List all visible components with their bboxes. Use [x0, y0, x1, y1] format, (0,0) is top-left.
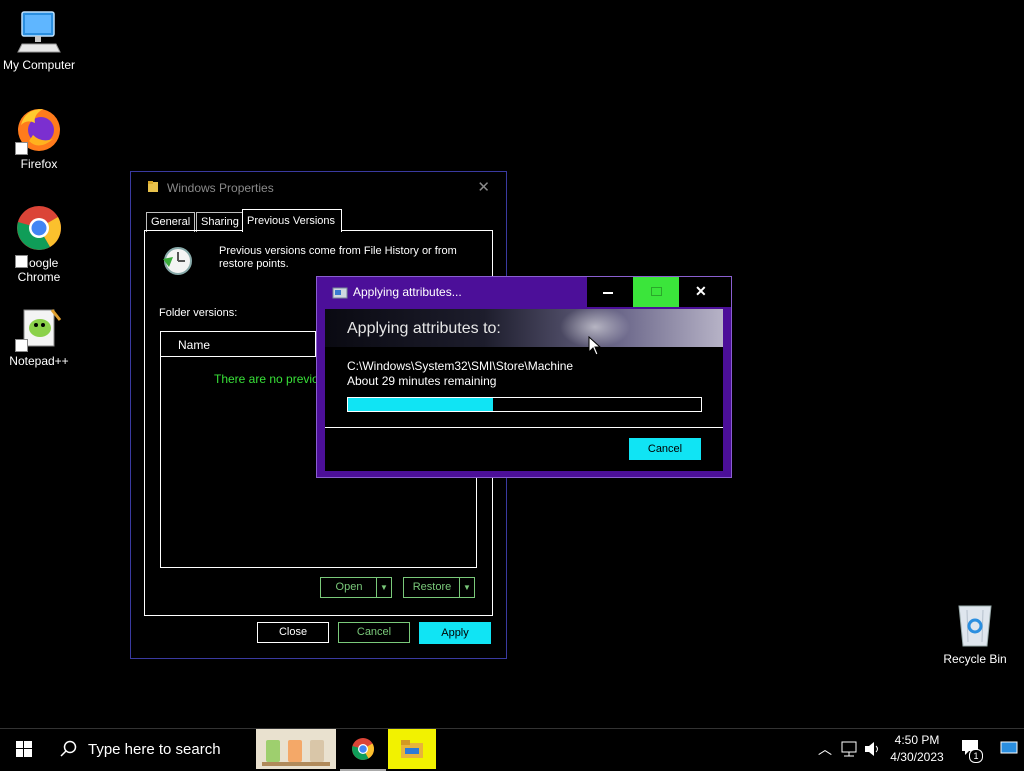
versions-empty-text: There are no previo — [214, 372, 319, 386]
apply-cancel-button[interactable]: Cancel — [629, 438, 701, 460]
taskbar-app-drinks[interactable] — [256, 729, 336, 769]
column-header-label: Name — [178, 338, 211, 352]
chrome-icon — [352, 738, 374, 760]
previous-versions-info: Previous versions come from File History… — [219, 245, 457, 270]
apply-title: Applying attributes... — [353, 285, 462, 299]
shortcut-arrow-icon — [15, 142, 28, 155]
tab-general[interactable]: General — [146, 212, 195, 232]
open-button-label: Open — [335, 581, 363, 593]
maximize-button[interactable] — [633, 277, 679, 307]
apply-heading: Applying attributes to: — [347, 320, 501, 337]
desktop-icon-my-computer[interactable]: My Computer — [1, 10, 77, 72]
volume-icon[interactable] — [864, 741, 882, 757]
clock-date: 4/30/2023 — [890, 750, 944, 764]
notification-count-badge: 1 — [969, 749, 983, 763]
computer-icon — [17, 11, 61, 53]
apply-button[interactable]: Apply — [419, 622, 491, 644]
taskbar: Type here to search ︿ 4:50 PM 4/30/2023 … — [0, 728, 1024, 771]
search-icon — [60, 740, 77, 757]
search-placeholder: Type here to search — [88, 741, 221, 758]
apply-attributes-dialog: Applying attributes... ✕ Applying attrib… — [316, 276, 732, 478]
properties-title: Windows Properties — [167, 181, 274, 195]
restore-clock-icon — [163, 247, 192, 275]
apply-progress-fill — [348, 398, 493, 411]
apply-path: C:\Windows\System32\SMI\Store\Machine — [347, 359, 574, 373]
cancel-button[interactable]: Cancel — [338, 622, 410, 643]
desktop-icon-notepadpp[interactable]: Notepad++ — [1, 306, 77, 368]
recycle-bin-icon — [958, 605, 992, 647]
folder-versions-label: Folder versions: — [159, 307, 238, 319]
close-icon[interactable]: ✕ — [477, 178, 490, 196]
taskbar-search-box[interactable]: Type here to search — [48, 729, 256, 769]
taskbar-app-file-explorer[interactable] — [388, 729, 436, 769]
action-center-button[interactable]: 1 — [955, 729, 989, 769]
desktop-icon-google-chrome[interactable]: Google Chrome — [1, 204, 77, 284]
taskbar-app-chrome[interactable] — [340, 729, 386, 771]
desktop-icon-label: Google Chrome — [17, 256, 61, 284]
close-button[interactable]: Close — [257, 622, 329, 643]
start-button[interactable] — [0, 729, 48, 769]
drinks-app-icon — [262, 740, 330, 766]
shortcut-arrow-icon — [15, 339, 28, 352]
apply-titlebar[interactable]: Applying attributes... ✕ — [317, 277, 731, 309]
minimize-icon[interactable] — [603, 292, 613, 294]
attributes-icon — [332, 287, 348, 299]
chrome-icon — [17, 206, 61, 250]
show-hidden-icons-chevron-icon[interactable]: ︿ — [818, 739, 832, 759]
apply-banner: Applying attributes to: — [325, 309, 723, 347]
close-icon[interactable]: ✕ — [695, 283, 707, 300]
network-icon[interactable] — [841, 741, 859, 757]
mouse-cursor-icon — [588, 336, 602, 356]
apply-progress-bar — [347, 397, 702, 412]
file-explorer-icon — [401, 740, 423, 758]
open-dropdown-arrow-icon[interactable]: ▼ — [376, 578, 391, 597]
apply-divider — [325, 427, 723, 428]
restore-dropdown-arrow-icon[interactable]: ▼ — [459, 578, 474, 597]
properties-titlebar[interactable]: Windows Properties ✕ — [131, 172, 506, 202]
desktop-icon-label: Notepad++ — [9, 354, 69, 368]
desktop-icon-label: My Computer — [2, 58, 76, 72]
shortcut-arrow-icon — [15, 255, 28, 268]
apply-time-remaining: About 29 minutes remaining — [347, 374, 497, 388]
desktop-icon-label: Firefox — [20, 157, 58, 171]
desktop-icon-firefox[interactable]: Firefox — [1, 105, 77, 171]
taskbar-clock[interactable]: 4:50 PM 4/30/2023 — [886, 729, 948, 769]
open-button[interactable]: Open ▼ — [320, 577, 392, 598]
titlebar-controls: ✕ — [587, 277, 731, 307]
windows-logo-icon — [16, 741, 32, 757]
folder-icon — [148, 181, 158, 192]
clock-time: 4:50 PM — [894, 733, 940, 747]
desktop-icon-recycle-bin[interactable]: Recycle Bin — [937, 602, 1013, 666]
tab-sharing[interactable]: Sharing — [196, 212, 244, 232]
desktop-icon-label: Recycle Bin — [943, 652, 1007, 666]
restore-button[interactable]: Restore ▼ — [403, 577, 475, 598]
restore-button-label: Restore — [412, 581, 452, 593]
desktop-preview-icon — [1000, 741, 1018, 754]
column-header-name[interactable]: Name — [161, 332, 316, 357]
maximize-icon — [651, 287, 662, 296]
apply-content: Applying attributes to: C:\Windows\Syste… — [325, 309, 723, 471]
tab-previous-versions[interactable]: Previous Versions — [242, 209, 342, 232]
show-desktop-button[interactable] — [996, 737, 1022, 761]
